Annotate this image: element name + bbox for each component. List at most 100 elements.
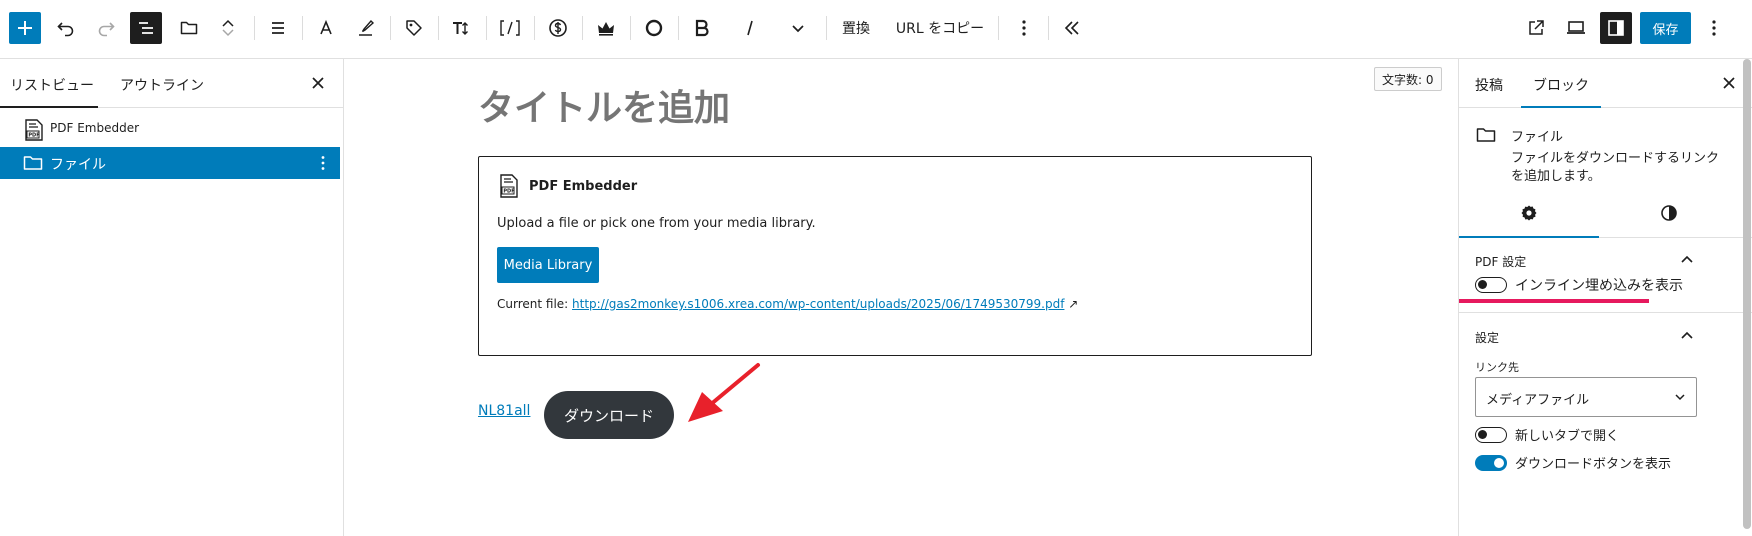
toolbar-separator [630, 16, 631, 40]
copy-url-button[interactable]: URL をコピー [890, 12, 990, 44]
document-overview-button[interactable] [130, 12, 162, 44]
text-style-button[interactable] [310, 12, 342, 44]
chevron-down-icon [1675, 394, 1685, 401]
toolbar-separator [582, 16, 583, 40]
collapse-toolbar-button[interactable] [1056, 12, 1088, 44]
redo-button[interactable] [90, 12, 122, 44]
undo-button[interactable] [50, 12, 82, 44]
settings-sidebar: 投稿 ブロック ファイル ファイルをダウンロードするリンクを追加します。 PDF… [1458, 59, 1752, 536]
tab-block[interactable]: ブロック [1521, 59, 1601, 108]
chevron-down-icon [792, 25, 804, 33]
tab-list-view-label: リストビュー [10, 78, 94, 94]
annotation-underline [1459, 299, 1649, 303]
vertical-ellipsis-icon [1022, 20, 1026, 36]
current-file-label: Current file: [497, 297, 569, 311]
redo-icon [98, 22, 115, 37]
preview-button[interactable] [1560, 12, 1592, 44]
toolbar-separator [826, 16, 827, 40]
current-file-link[interactable]: http://gas2monkey.s1006.xrea.com/wp-cont… [572, 297, 1064, 311]
toolbar-separator [998, 16, 999, 40]
block-card-description: ファイルをダウンロードするリンクを追加します。 [1511, 151, 1720, 184]
chevron-down-icon [222, 29, 234, 37]
circle-button[interactable] [638, 12, 670, 44]
settings-styles-tabs [1459, 189, 1752, 238]
block-type-button[interactable] [173, 12, 205, 44]
close-icon [312, 77, 324, 89]
link-to-select[interactable]: メディアファイル [1475, 377, 1697, 417]
tag-button[interactable] [398, 12, 430, 44]
options-menu-button[interactable] [1698, 12, 1730, 44]
tab-outline-label: アウトライン [120, 78, 204, 94]
undo-icon [57, 22, 74, 37]
download-button-toggle[interactable] [1475, 455, 1507, 471]
pdf-block-instructions: Upload a file or pick one from your medi… [497, 216, 816, 231]
settings-sidebar-toggle[interactable] [1600, 12, 1632, 44]
list-item-file[interactable]: ファイル [0, 147, 340, 179]
align-icon [272, 22, 284, 34]
pdf-embedder-block[interactable]: PDF PDF Embedder Upload a file or pick o… [478, 156, 1312, 356]
gear-icon [1521, 205, 1537, 221]
align-button[interactable] [262, 12, 294, 44]
tab-styles[interactable] [1599, 189, 1739, 237]
download-button-label: ダウンロード [563, 406, 654, 425]
copy-url-label: URL をコピー [895, 21, 985, 37]
active-tab-indicator [1521, 106, 1601, 108]
move-block-buttons[interactable] [212, 12, 244, 44]
settings-panel-header[interactable]: 設定 [1459, 313, 1752, 361]
media-library-button[interactable]: Media Library [497, 247, 599, 283]
contrast-icon [1661, 205, 1677, 221]
tab-post-label: 投稿 [1475, 78, 1503, 94]
list-view-icon [139, 22, 153, 34]
bold-button[interactable] [686, 12, 718, 44]
save-button[interactable]: 保存 [1640, 12, 1691, 44]
italic-button[interactable] [734, 12, 766, 44]
toolbar-separator [678, 16, 679, 40]
folder-icon [23, 156, 43, 170]
active-tab-indicator [0, 106, 98, 108]
link-to-label: リンク先 [1475, 361, 1519, 374]
list-item-pdf-embedder[interactable]: PDF PDF Embedder [0, 115, 340, 143]
download-button[interactable]: ダウンロード [544, 391, 674, 439]
post-title-input[interactable]: タイトルを追加 [478, 79, 1178, 139]
toolbar-separator [254, 16, 255, 40]
font-size-button[interactable] [446, 12, 478, 44]
tab-settings[interactable] [1459, 189, 1599, 238]
block-options-button[interactable] [1008, 12, 1040, 44]
annotation-arrow [688, 363, 760, 422]
close-sidebar-button[interactable] [1717, 71, 1741, 95]
toolbar-separator [438, 16, 439, 40]
save-label: 保存 [1652, 22, 1679, 38]
tab-outline[interactable]: アウトライン [108, 59, 208, 107]
file-link[interactable]: NL81all [478, 403, 530, 419]
download-button-toggle-label: ダウンロードボタンを表示 [1515, 457, 1672, 472]
tab-post[interactable]: 投稿 [1459, 59, 1521, 107]
toggle-knob [1478, 280, 1487, 289]
vertical-ellipsis-icon[interactable] [320, 155, 326, 171]
list-view-tabs: リストビュー アウトライン [0, 59, 343, 108]
toolbar-separator [486, 16, 487, 40]
dollar-icon [549, 19, 567, 37]
new-tab-toggle[interactable] [1475, 427, 1507, 443]
replace-button[interactable]: 置換 [836, 12, 876, 44]
block-inserter-button[interactable] [9, 12, 41, 44]
premium-button[interactable] [590, 12, 622, 44]
svg-text:PDF: PDF [28, 133, 39, 139]
currency-button[interactable] [542, 12, 574, 44]
sidebar-scrollbar[interactable] [1743, 59, 1751, 529]
shortcode-icon [500, 20, 520, 36]
vertical-ellipsis-icon [1712, 20, 1716, 36]
view-post-button[interactable] [1520, 12, 1552, 44]
word-count-badge: 文字数: 0 [1374, 67, 1442, 91]
bold-icon [695, 19, 709, 37]
pdf-block-title: PDF Embedder [529, 179, 638, 194]
tab-list-view[interactable]: リストビュー [0, 59, 100, 108]
block-card-title: ファイル [1511, 130, 1564, 145]
inline-embed-toggle[interactable] [1475, 277, 1507, 293]
more-formatting-button[interactable] [782, 12, 814, 44]
styles-button[interactable] [350, 12, 382, 44]
close-list-view-button[interactable] [306, 71, 330, 95]
chevron-up-icon [1681, 255, 1693, 263]
list-view-panel: リストビュー アウトライン PDF PDF Embedder ファイル [0, 59, 344, 536]
shortcode-button[interactable] [494, 12, 526, 44]
tag-icon [406, 20, 422, 36]
